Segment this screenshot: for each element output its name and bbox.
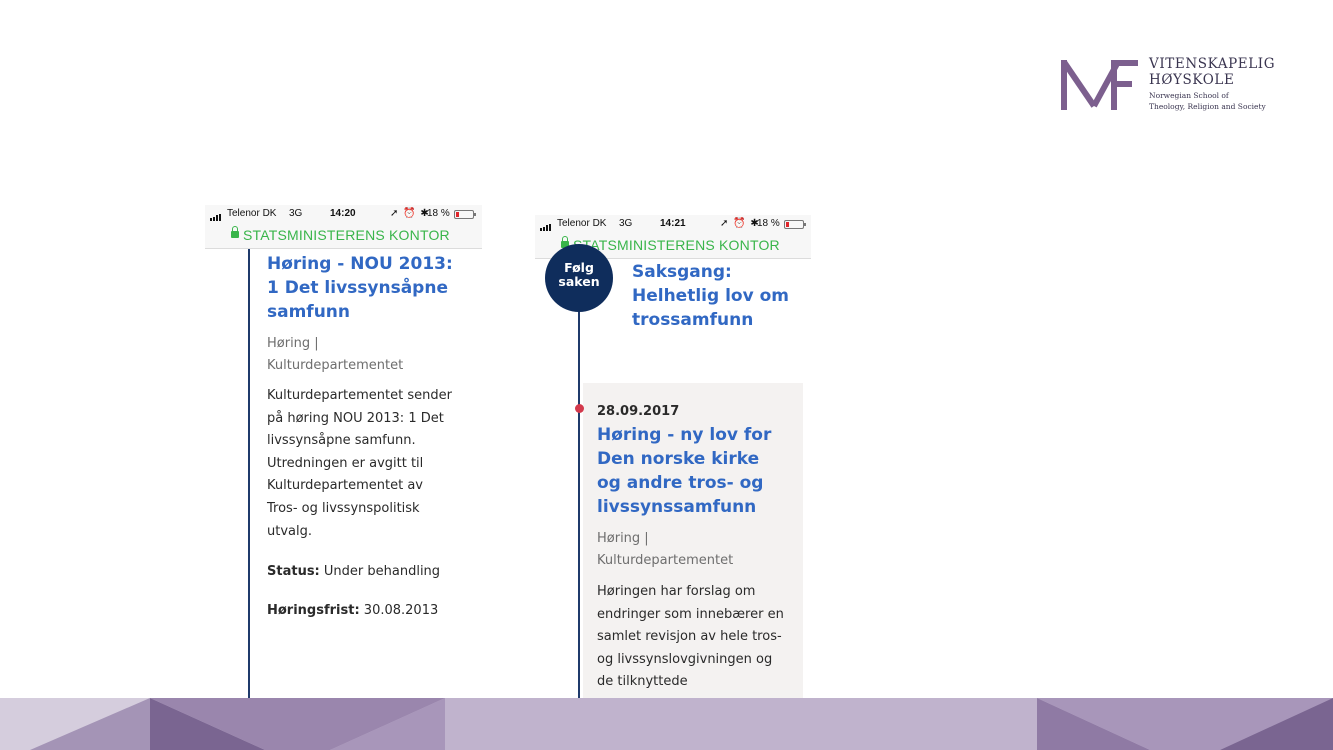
body-line: Kulturdepartementet av (267, 478, 423, 494)
consultation-description: Kulturdepartementet sender på høring NOU… (267, 385, 452, 543)
title-line: Høring - NOU 2013: (267, 254, 453, 274)
title-line: Høring - ny lov for (597, 425, 772, 445)
title-line: og andre tros- og (597, 473, 764, 493)
title-line: trossamfunn (632, 310, 754, 330)
network-label: 3G (289, 208, 303, 219)
clock-label: 14:20 (330, 208, 356, 219)
title-line: 1 Det livssynsåpne (267, 278, 448, 298)
body-line: på høring NOU 2013: 1 Det (267, 410, 444, 426)
mf-logo-mark-icon (1061, 60, 1138, 110)
body-line: de tilknyttede (597, 674, 688, 690)
body-line: og livssynslovgivningen og (597, 651, 773, 667)
phone1-status-bar: Telenor DK 3G 14:20 ➚ ⏰ ✱ 18 % (205, 205, 482, 223)
url-text: STATSMINISTERENS KONTOR (573, 237, 780, 253)
body-line: samlet revisjon av hele tros- (597, 629, 782, 645)
follow-label-line1: Følg (564, 260, 594, 275)
meta-line: Kulturdepartementet (597, 553, 734, 568)
consultation-title-link[interactable]: Høring - ny lov for Den norske kirke og … (597, 423, 771, 519)
mf-logo: VITENSKAPELIG HØYSKOLE Norwegian School … (1060, 56, 1290, 116)
battery-icon (784, 220, 806, 229)
deadline-label: Høringsfrist: (267, 603, 360, 618)
phone1-url-bar[interactable]: STATSMINISTERENS KONTOR (205, 223, 482, 249)
phone-screenshot-1: Telenor DK 3G 14:20 ➚ ⏰ ✱ 18 % STATSMINI… (205, 205, 482, 698)
deadline-value: 30.08.2013 (363, 603, 439, 618)
body-line: Høringen har forslag om (597, 584, 756, 599)
meta-line: Høring | (597, 531, 649, 546)
logo-text-line4: Theology, Religion and Society (1149, 102, 1266, 111)
signal-icon (210, 210, 222, 221)
body-line: utvalg. (267, 523, 312, 539)
logo-text-line2: HØYSKOLE (1149, 72, 1235, 88)
status-field: Status: Under behandling (267, 564, 440, 579)
timeline-line (578, 305, 580, 704)
lock-icon (231, 226, 239, 238)
signal-icon (540, 220, 552, 231)
status-label: Status: (267, 564, 320, 579)
deadline-field: Høringsfrist: 30.08.2013 (267, 603, 438, 618)
footer-decorative-band (0, 698, 1333, 750)
body-line: Tros- og livssynspolitisk (267, 500, 420, 516)
follow-case-button[interactable]: Følg saken (545, 244, 613, 312)
consultation-title-link[interactable]: Høring - NOU 2013: 1 Det livssynsåpne sa… (267, 252, 453, 324)
consultation-meta: Høring | Kulturdepartementet (267, 333, 403, 377)
body-line: livssynsåpne samfunn. (267, 433, 416, 449)
title-line: livssynssamfunn (597, 497, 757, 517)
title-line: Den norske kirke (597, 449, 760, 469)
consultation-date: 28.09.2017 (597, 404, 680, 419)
title-line: samfunn (267, 302, 351, 322)
clock-label: 14:21 (660, 218, 686, 229)
meta-line: Kulturdepartementet (267, 358, 404, 373)
battery-percent: 18 % (427, 208, 450, 219)
url-text: STATSMINISTERENS KONTOR (243, 227, 450, 243)
status-value: Under behandling (323, 564, 441, 579)
timeline-line (248, 249, 250, 698)
body-line: Kulturdepartementet sender (267, 388, 452, 403)
meta-line: Høring | (267, 336, 319, 351)
phone-screenshot-2: Telenor DK 3G 14:21 ➚ ⏰ ✱ 18 % STATSMINI… (535, 215, 811, 704)
title-line: Saksgang: (632, 262, 732, 282)
battery-percent: 18 % (757, 218, 780, 229)
status-icons: ➚ ⏰ ✱ (720, 218, 760, 229)
carrier-label: Telenor DK (227, 208, 277, 219)
consultation-meta: Høring | Kulturdepartementet (597, 528, 733, 572)
logo-text-line1: VITENSKAPELIG (1149, 56, 1276, 72)
network-label: 3G (619, 218, 633, 229)
case-progress-title: Saksgang: Helhetlig lov om trossamfunn (632, 260, 789, 332)
phone2-status-bar: Telenor DK 3G 14:21 ➚ ⏰ ✱ 18 % (535, 215, 811, 233)
follow-label-line2: saken (558, 274, 600, 289)
timeline-dot (575, 404, 584, 413)
consultation-description: Høringen har forslag om endringer som in… (597, 581, 784, 704)
body-line: endringer som innebærer en (597, 606, 784, 622)
carrier-label: Telenor DK (557, 218, 607, 229)
title-line: Helhetlig lov om (632, 286, 789, 306)
battery-icon (454, 210, 476, 219)
body-line: Utredningen er avgitt til (267, 455, 424, 471)
logo-text-line3: Norwegian School of (1149, 91, 1229, 100)
status-icons: ➚ ⏰ ✱ (390, 208, 430, 219)
